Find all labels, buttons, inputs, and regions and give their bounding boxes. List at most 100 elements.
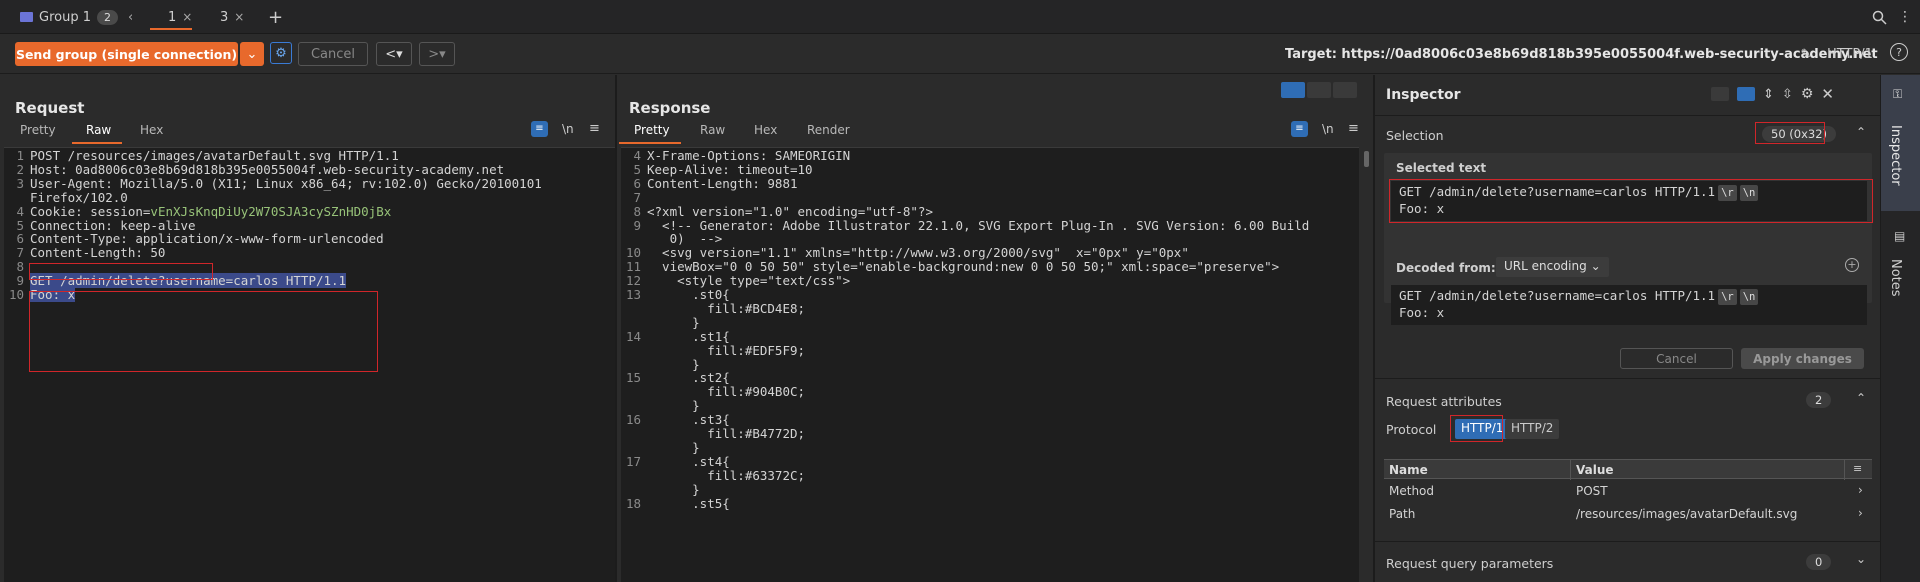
code-text: <style type="text/css"> <box>647 273 851 289</box>
protocol-http1-toggle[interactable]: HTTP/1 <box>1455 419 1510 439</box>
table-options-icon[interactable]: ≡ <box>1853 462 1862 475</box>
help-icon[interactable]: ? <box>1890 43 1908 61</box>
request-editor[interactable]: 1 POST /resources/images/avatarDefault.sv… <box>4 147 615 582</box>
layout-split-icon[interactable] <box>1281 82 1305 98</box>
add-decoding-icon[interactable]: + <box>1845 258 1859 272</box>
forward-nav-button[interactable]: >▾ <box>419 42 455 66</box>
layout-single-icon[interactable] <box>1333 82 1357 98</box>
more-options-icon[interactable]: ⋮ <box>1898 6 1912 28</box>
newline-toggle-button[interactable]: \n <box>1322 122 1334 136</box>
cookie-value: vEnXJsKnqDiUy2W70SJA3cySZnHD0jBx <box>150 203 392 219</box>
code-line: POST /resources/images/avatarDefault.svg… <box>30 148 399 163</box>
layout-card-icon[interactable] <box>1737 87 1755 101</box>
line-number: 12 <box>625 273 641 289</box>
table-row[interactable]: Path /resources/images/avatarDefault.svg… <box>1384 503 1872 525</box>
code-line: 0) --> <box>647 231 723 246</box>
line-number: 5 <box>16 217 24 233</box>
side-tab-notes[interactable]: ▤ Notes <box>1881 225 1920 335</box>
selected-text-field[interactable]: GET /admin/delete?username=carlos HTTP/1… <box>1391 181 1867 221</box>
close-icon[interactable]: ✕ <box>1821 85 1834 103</box>
line-number: 10 <box>8 287 24 302</box>
decoding-select[interactable]: URL encoding ⌄ <box>1496 257 1609 277</box>
wrap-lines-icon[interactable]: ≡ <box>531 121 548 137</box>
code-text: Connection: keep-alive <box>30 217 196 233</box>
collapse-all-icon[interactable]: ⇳ <box>1782 87 1793 102</box>
code-text: } <box>647 398 700 414</box>
code-text: GET /admin/delete?username=carlos HTTP/1… <box>30 273 347 289</box>
menu-icon[interactable]: ≡ <box>589 121 600 136</box>
protocol-label[interactable]: HTTP/1 <box>1827 42 1873 66</box>
send-group-button[interactable]: Send group (single connection) <box>15 42 238 66</box>
decoded-from-label: Decoded from: <box>1396 261 1496 275</box>
search-icon[interactable] <box>1872 6 1887 28</box>
code-text: POST /resources/images/avatarDefault.svg… <box>30 148 399 163</box>
layout-list-icon[interactable] <box>1711 87 1729 101</box>
group-collapse-icon[interactable]: ‹ <box>128 6 133 28</box>
close-icon[interactable]: × <box>182 10 192 24</box>
cancel-button[interactable]: Cancel <box>298 42 368 66</box>
edit-target-pencil-icon[interactable]: ✎ <box>1796 42 1816 66</box>
inspector-title: Inspector <box>1386 87 1461 103</box>
line-number: 8 <box>633 203 641 219</box>
table-row[interactable]: Method POST › <box>1384 480 1872 502</box>
row-name: Path <box>1389 507 1416 521</box>
chevron-down-icon[interactable]: ⌄ <box>1856 552 1866 566</box>
expand-all-icon[interactable]: ⇕ <box>1763 87 1774 102</box>
code-line: <svg version="1.1" xmlns="http://www.w3.… <box>647 245 1189 260</box>
column-value: Value <box>1576 463 1614 477</box>
tab-pretty[interactable]: Pretty <box>20 123 56 137</box>
newline-toggle-button[interactable]: \n <box>562 122 574 136</box>
menu-icon[interactable]: ≡ <box>1348 121 1359 136</box>
request-title: Request <box>15 99 85 117</box>
settings-gear-icon[interactable]: ⚙ <box>1801 86 1814 102</box>
response-editor[interactable]: 4 X-Frame-Options: SAMEORIGIN 5 Keep-Alive:… <box>621 147 1359 582</box>
chevron-down-icon: ⌄ <box>1590 259 1601 273</box>
code-line: Content-Length: 9881 <box>647 176 798 191</box>
settings-gear-icon[interactable]: ⚙ <box>270 42 292 64</box>
tab-1[interactable]: 1 × <box>150 6 192 30</box>
code-text: .st4{ <box>647 453 730 469</box>
side-tab-inspector[interactable]: ⚿ Inspector <box>1881 75 1920 211</box>
tab-hex[interactable]: Hex <box>140 123 163 137</box>
vertical-scrollbar[interactable] <box>1364 151 1369 167</box>
inspector-icon: ⚿ <box>1893 87 1903 101</box>
decoded-text-field[interactable]: GET /admin/delete?username=carlos HTTP/1… <box>1391 285 1867 325</box>
tab-raw[interactable]: Raw <box>700 123 725 137</box>
tab-raw[interactable]: Raw <box>86 123 111 137</box>
code-text: Content-Length: 50 <box>30 245 166 261</box>
tab-3[interactable]: 3 × <box>220 6 244 28</box>
active-tab-underline <box>619 142 681 144</box>
back-nav-button[interactable]: <▾ <box>376 42 412 66</box>
code-line: fill:#EDF5F9; <box>647 343 805 358</box>
tab-hex[interactable]: Hex <box>754 123 777 137</box>
protocol-http2-toggle[interactable]: HTTP/2 <box>1505 419 1560 439</box>
line-number: 8 <box>16 259 24 275</box>
tab-render[interactable]: Render <box>807 123 850 137</box>
selected-text-label: Selected text <box>1396 161 1487 175</box>
chevron-up-icon[interactable]: ⌃ <box>1856 391 1866 405</box>
cancel-button[interactable]: Cancel <box>1620 348 1733 369</box>
side-tab-inspector-label: Inspector <box>1888 125 1903 186</box>
code-line: User-Agent: Mozilla/5.0 (X11; Linux x86_… <box>30 176 542 191</box>
code-text: User-Agent: Mozilla/5.0 (X11; Linux x86_… <box>30 175 542 191</box>
wrap-lines-icon[interactable]: ≡ <box>1291 121 1308 137</box>
chevron-up-icon[interactable]: ⌃ <box>1856 125 1866 139</box>
layout-stack-icon[interactable] <box>1307 82 1331 98</box>
code-text: Foo: x <box>30 287 76 302</box>
apply-changes-button[interactable]: Apply changes <box>1741 348 1864 369</box>
selected-line-2: Foo: x <box>1399 201 1445 216</box>
tab-group-1[interactable]: Group 1 2 <box>20 6 118 28</box>
close-icon[interactable]: × <box>234 10 244 24</box>
code-line: Content-Type: application/x-www-form-url… <box>30 231 384 246</box>
line-number: 4 <box>633 148 641 163</box>
send-dropdown-chevron-icon[interactable]: ⌄ <box>240 42 264 66</box>
side-tab-notes-label: Notes <box>1888 259 1903 297</box>
tab-pretty[interactable]: Pretty <box>634 123 670 137</box>
chevron-right-icon[interactable]: › <box>1858 506 1863 520</box>
code-text: } <box>647 314 700 330</box>
add-tab-icon[interactable]: + <box>268 6 283 28</box>
line-number: 9 <box>16 273 24 289</box>
code-text: Content-Type: application/x-www-form-url… <box>30 231 384 247</box>
target-label[interactable]: Target: https://0ad8006c03e8b69d818b395e… <box>1285 42 1878 66</box>
chevron-right-icon[interactable]: › <box>1858 483 1863 497</box>
